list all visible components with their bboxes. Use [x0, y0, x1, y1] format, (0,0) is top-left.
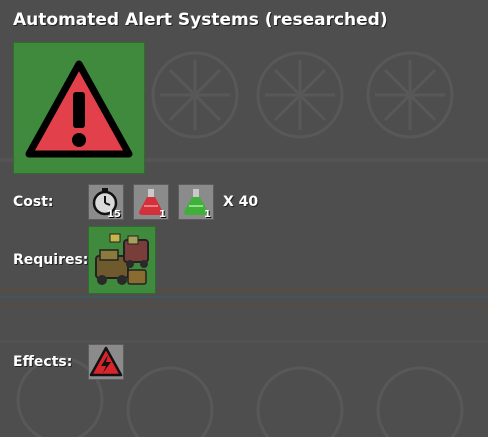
cost-label: Cost: [13, 194, 54, 210]
cost-item-time: 15 [88, 184, 124, 220]
military-vehicles-tech-icon [95, 233, 149, 285]
technology-icon [13, 42, 145, 174]
cost-item-red-science: 1 [133, 184, 169, 220]
effects-label: Effects: [13, 354, 73, 370]
technology-title: Automated Alert Systems (researched) [13, 10, 388, 30]
cost-multiplier: X 40 [223, 194, 259, 210]
power-alert-icon [89, 346, 123, 377]
cost-item-count: 15 [107, 209, 121, 220]
cost-item-count: 1 [204, 209, 211, 220]
cost-item-green-science: 1 [178, 184, 214, 220]
effect-item[interactable] [88, 344, 124, 380]
technology-tooltip: Automated Alert Systems (researched) Cos… [0, 0, 488, 437]
warning-triangle-icon [25, 60, 133, 158]
requires-label: Requires: [13, 252, 89, 268]
required-technology[interactable] [88, 226, 156, 294]
cost-item-count: 1 [159, 209, 166, 220]
